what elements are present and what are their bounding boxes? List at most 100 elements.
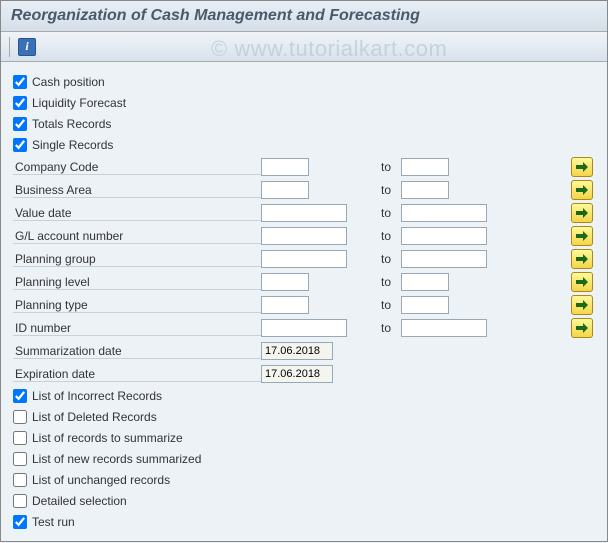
arrow-right-icon (576, 208, 588, 218)
checkbox-single-records: Single Records (13, 135, 595, 155)
checkbox-list-unchanged: List of unchanged records (13, 470, 595, 490)
multi-select-button[interactable] (571, 157, 593, 177)
planning-level-from-input[interactable] (261, 273, 309, 291)
checkbox-label: Cash position (32, 75, 105, 89)
toolbar: i (1, 32, 607, 62)
checkbox-input[interactable] (13, 389, 27, 403)
checkbox-label: List of unchanged records (32, 473, 170, 487)
field-label: G/L account number (13, 229, 261, 244)
value-date-from-input[interactable] (261, 204, 347, 222)
to-label: to (351, 229, 401, 243)
row-id-number: ID number to (13, 317, 595, 339)
to-label: to (351, 183, 401, 197)
checkbox-input[interactable] (13, 138, 27, 152)
multi-select-button[interactable] (571, 318, 593, 338)
checkbox-input[interactable] (13, 117, 27, 131)
expiration-date-input[interactable] (261, 365, 333, 383)
checkbox-input[interactable] (13, 452, 27, 466)
row-value-date: Value date to (13, 202, 595, 224)
row-company-code: Company Code to (13, 156, 595, 178)
to-label: to (351, 298, 401, 312)
row-planning-group: Planning group to (13, 248, 595, 270)
planning-group-from-input[interactable] (261, 250, 347, 268)
multi-select-button[interactable] (571, 249, 593, 269)
field-label: Planning group (13, 252, 261, 267)
id-number-to-input[interactable] (401, 319, 487, 337)
checkbox-input[interactable] (13, 473, 27, 487)
row-planning-type: Planning type to (13, 294, 595, 316)
page-title: Reorganization of Cash Management and Fo… (1, 1, 607, 32)
field-label: Planning level (13, 275, 261, 290)
arrow-right-icon (576, 231, 588, 241)
row-summarization-date: Summarization date (13, 340, 595, 362)
summarization-date-input[interactable] (261, 342, 333, 360)
to-label: to (351, 252, 401, 266)
multi-select-button[interactable] (571, 295, 593, 315)
checkbox-test-run: Test run (13, 512, 595, 532)
business-area-from-input[interactable] (261, 181, 309, 199)
arrow-right-icon (576, 277, 588, 287)
info-icon[interactable]: i (18, 38, 36, 56)
field-label: Value date (13, 206, 261, 221)
checkbox-label: List of records to summarize (32, 431, 183, 445)
checkbox-cash-position: Cash position (13, 72, 595, 92)
field-label: ID number (13, 321, 261, 336)
separator (9, 37, 10, 57)
gl-account-to-input[interactable] (401, 227, 487, 245)
multi-select-button[interactable] (571, 226, 593, 246)
value-date-to-input[interactable] (401, 204, 487, 222)
checkbox-label: Test run (32, 515, 75, 529)
planning-type-from-input[interactable] (261, 296, 309, 314)
checkbox-label: List of Deleted Records (32, 410, 157, 424)
checkbox-input[interactable] (13, 431, 27, 445)
company-code-from-input[interactable] (261, 158, 309, 176)
company-code-to-input[interactable] (401, 158, 449, 176)
checkbox-label: Liquidity Forecast (32, 96, 126, 110)
gl-account-from-input[interactable] (261, 227, 347, 245)
row-business-area: Business Area to (13, 179, 595, 201)
checkbox-liquidity-forecast: Liquidity Forecast (13, 93, 595, 113)
field-label: Planning type (13, 298, 261, 313)
to-label: to (351, 160, 401, 174)
to-label: to (351, 206, 401, 220)
checkbox-totals-records: Totals Records (13, 114, 595, 134)
field-label: Summarization date (13, 344, 261, 359)
content-area: Cash position Liquidity Forecast Totals … (1, 62, 607, 543)
row-planning-level: Planning level to (13, 271, 595, 293)
field-label: Company Code (13, 160, 261, 175)
planning-type-to-input[interactable] (401, 296, 449, 314)
checkbox-detailed-selection: Detailed selection (13, 491, 595, 511)
planning-level-to-input[interactable] (401, 273, 449, 291)
to-label: to (351, 275, 401, 289)
checkbox-list-to-summarize: List of records to summarize (13, 428, 595, 448)
checkbox-label: List of new records summarized (32, 452, 201, 466)
row-gl-account-number: G/L account number to (13, 225, 595, 247)
checkbox-label: List of Incorrect Records (32, 389, 162, 403)
arrow-right-icon (576, 300, 588, 310)
to-label: to (351, 321, 401, 335)
checkbox-label: Totals Records (32, 117, 111, 131)
multi-select-button[interactable] (571, 272, 593, 292)
field-label: Business Area (13, 183, 261, 198)
planning-group-to-input[interactable] (401, 250, 487, 268)
multi-select-button[interactable] (571, 203, 593, 223)
checkbox-input[interactable] (13, 410, 27, 424)
checkbox-label: Detailed selection (32, 494, 127, 508)
checkbox-list-incorrect: List of Incorrect Records (13, 386, 595, 406)
checkbox-list-deleted: List of Deleted Records (13, 407, 595, 427)
business-area-to-input[interactable] (401, 181, 449, 199)
row-expiration-date: Expiration date (13, 363, 595, 385)
checkbox-input[interactable] (13, 494, 27, 508)
checkbox-input[interactable] (13, 96, 27, 110)
arrow-right-icon (576, 254, 588, 264)
checkbox-input[interactable] (13, 75, 27, 89)
multi-select-button[interactable] (571, 180, 593, 200)
arrow-right-icon (576, 185, 588, 195)
field-label: Expiration date (13, 367, 261, 382)
arrow-right-icon (576, 323, 588, 333)
checkbox-list-new-summarized: List of new records summarized (13, 449, 595, 469)
arrow-right-icon (576, 162, 588, 172)
checkbox-input[interactable] (13, 515, 27, 529)
id-number-from-input[interactable] (261, 319, 347, 337)
checkbox-label: Single Records (32, 138, 113, 152)
